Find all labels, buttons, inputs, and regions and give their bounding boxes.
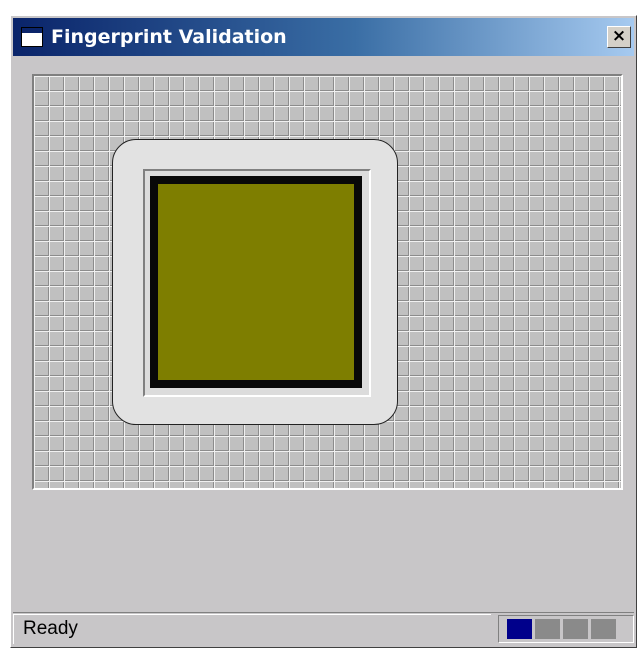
window-icon: [21, 27, 43, 47]
progress-cell: [535, 619, 560, 639]
progress-cell: [507, 619, 532, 639]
title-bar[interactable]: Fingerprint Validation ×: [13, 18, 634, 56]
fingerprint-validation-window: Fingerprint Validation × Ready: [10, 15, 637, 648]
progress-indicator: [498, 615, 634, 643]
fingerprint-sensor-pad[interactable]: [150, 176, 362, 388]
progress-cell: [591, 619, 616, 639]
close-button[interactable]: ×: [607, 26, 631, 48]
status-text: Ready: [13, 614, 491, 644]
progress-cell: [563, 619, 588, 639]
window-title: Fingerprint Validation: [51, 26, 287, 48]
status-bar: Ready: [13, 612, 634, 645]
